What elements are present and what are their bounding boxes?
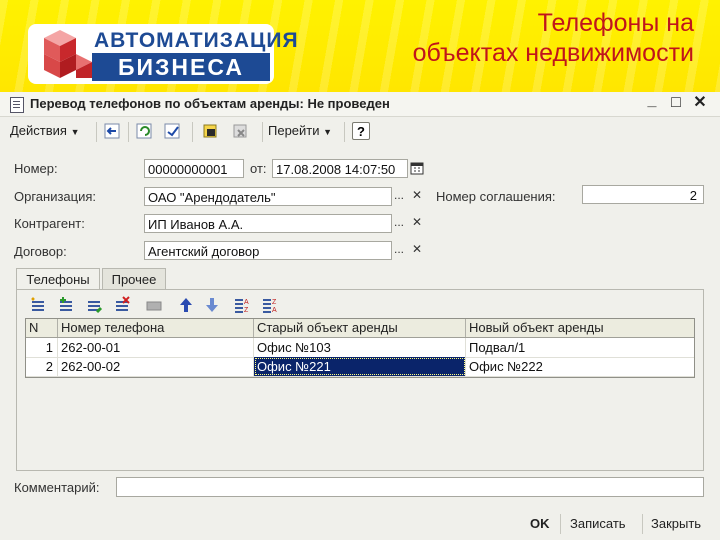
toolbar-separator: [96, 122, 97, 142]
phone-cell[interactable]: 262-00-02: [58, 357, 254, 376]
document-window: Перевод телефонов по объектам аренды: Не…: [0, 92, 720, 540]
comment-label: Комментарий:: [14, 480, 100, 495]
post-document-icon[interactable]: [164, 122, 182, 140]
sort-descending-icon[interactable]: ZA: [261, 296, 279, 314]
move-down-icon[interactable]: [203, 296, 221, 314]
agreement-number-label: Номер соглашения:: [436, 189, 556, 204]
number-field[interactable]: 00000000001: [144, 159, 244, 178]
new-object-cell[interactable]: Подвал/1: [466, 338, 694, 357]
toolbar-separator: [128, 122, 129, 142]
end-edit-icon[interactable]: [145, 296, 163, 314]
agreement-number-field[interactable]: 2: [582, 185, 704, 204]
main-toolbar: Действия ▼ Перейти ▼ ?: [0, 119, 720, 145]
logo-text-top: АВТОМАТИЗАЦИЯ: [94, 29, 299, 52]
toolbar-separator: [262, 122, 263, 142]
dropdown-arrow-icon: ▼: [323, 127, 333, 137]
row-number-cell: 1: [26, 338, 58, 357]
slide-title-line1: Телефоны на: [537, 9, 694, 37]
row-number-cell: 2: [26, 357, 58, 376]
tab-other[interactable]: Прочее: [102, 268, 166, 290]
organization-field[interactable]: ОАО "Арендодатель": [144, 187, 392, 206]
maximize-button[interactable]: □: [668, 95, 684, 111]
save-button[interactable]: Записать: [570, 516, 626, 531]
toolbar-separator: [192, 122, 193, 142]
phones-table: N Номер телефона Старый объект аренды Но…: [25, 318, 695, 378]
comment-field[interactable]: [116, 477, 704, 497]
old-object-cell-selected[interactable]: Офис №221: [254, 357, 466, 376]
close-button[interactable]: Закрыть: [651, 516, 701, 531]
contract-label: Договор:: [14, 244, 67, 259]
svg-text:Z: Z: [272, 299, 277, 306]
phones-tab-panel: AZ ZA N Номер телефона Старый объект аре…: [16, 289, 704, 471]
move-up-icon[interactable]: [177, 296, 195, 314]
table-header: N Номер телефона Старый объект аренды Но…: [26, 319, 694, 338]
contractor-label: Контрагент:: [14, 216, 85, 231]
refresh-icon[interactable]: [136, 122, 154, 140]
close-window-button[interactable]: ✕: [692, 95, 708, 111]
back-arrow-icon[interactable]: [104, 122, 122, 140]
dropdown-arrow-icon: ▼: [70, 127, 80, 137]
table-row[interactable]: 2 262-00-02 Офис №221 Офис №222: [26, 357, 694, 377]
svg-text:A: A: [244, 299, 249, 306]
svg-text:Z: Z: [244, 307, 249, 314]
goto-menu[interactable]: Перейти ▼: [268, 123, 332, 138]
column-header-new-object[interactable]: Новый объект аренды: [466, 319, 694, 337]
tab-phones[interactable]: Телефоны: [16, 268, 100, 291]
goto-menu-label: Перейти: [268, 123, 320, 138]
footer-separator: [642, 514, 643, 534]
slide-title: Телефоны на объектах недвижимости: [413, 8, 694, 68]
phone-cell[interactable]: 262-00-01: [58, 338, 254, 357]
date-field[interactable]: 17.08.2008 14:07:50: [272, 159, 408, 178]
organization-clear-button[interactable]: ✕: [410, 187, 424, 206]
window-title: Перевод телефонов по объектам аренды: Не…: [30, 96, 390, 111]
slide-title-line2: объектах недвижимости: [412, 39, 694, 67]
document-icon: [10, 97, 24, 113]
contractor-field[interactable]: ИП Иванов А.А.: [144, 214, 392, 233]
number-label: Номер:: [14, 161, 58, 176]
minimize-button[interactable]: _: [644, 93, 660, 109]
new-object-cell[interactable]: Офис №222: [466, 357, 694, 376]
organization-select-button[interactable]: ...: [392, 187, 406, 206]
organization-label: Организация:: [14, 189, 97, 204]
window-footer: OK Записать Закрыть: [0, 510, 720, 540]
column-header-old-object[interactable]: Старый объект аренды: [254, 319, 466, 337]
print-lock-icon[interactable]: [202, 122, 220, 140]
toolbar-separator: [344, 122, 345, 142]
sort-ascending-icon[interactable]: AZ: [233, 296, 251, 314]
table-row[interactable]: 1 262-00-01 Офис №103 Подвал/1: [26, 338, 694, 358]
edit-row-icon[interactable]: [85, 296, 103, 314]
copy-row-icon[interactable]: [57, 296, 75, 314]
add-row-icon[interactable]: [29, 296, 47, 314]
delete-row-icon[interactable]: [113, 296, 131, 314]
old-object-cell[interactable]: Офис №103: [254, 338, 466, 357]
slide-header: АВТОМАТИЗАЦИЯ БИЗНЕСА Телефоны на объект…: [0, 0, 720, 92]
footer-separator: [560, 514, 561, 534]
contract-field[interactable]: Агентский договор: [144, 241, 392, 260]
contract-select-button[interactable]: ...: [392, 241, 406, 260]
help-button[interactable]: ?: [352, 122, 370, 140]
date-label: от:: [250, 161, 267, 176]
contractor-select-button[interactable]: ...: [392, 214, 406, 233]
actions-menu-label: Действия: [10, 123, 67, 138]
column-header-number[interactable]: N: [26, 319, 58, 337]
contractor-clear-button[interactable]: ✕: [410, 214, 424, 233]
contract-clear-button[interactable]: ✕: [410, 241, 424, 260]
actions-menu[interactable]: Действия ▼: [10, 123, 80, 138]
window-titlebar: Перевод телефонов по объектам аренды: Не…: [0, 92, 720, 117]
logo-text-bottom: БИЗНЕСА: [92, 53, 270, 81]
column-header-phone[interactable]: Номер телефона: [58, 319, 254, 337]
unpost-icon[interactable]: [232, 122, 250, 140]
svg-text:A: A: [272, 307, 277, 314]
ok-button[interactable]: OK: [530, 516, 550, 531]
calendar-icon[interactable]: [410, 159, 424, 178]
